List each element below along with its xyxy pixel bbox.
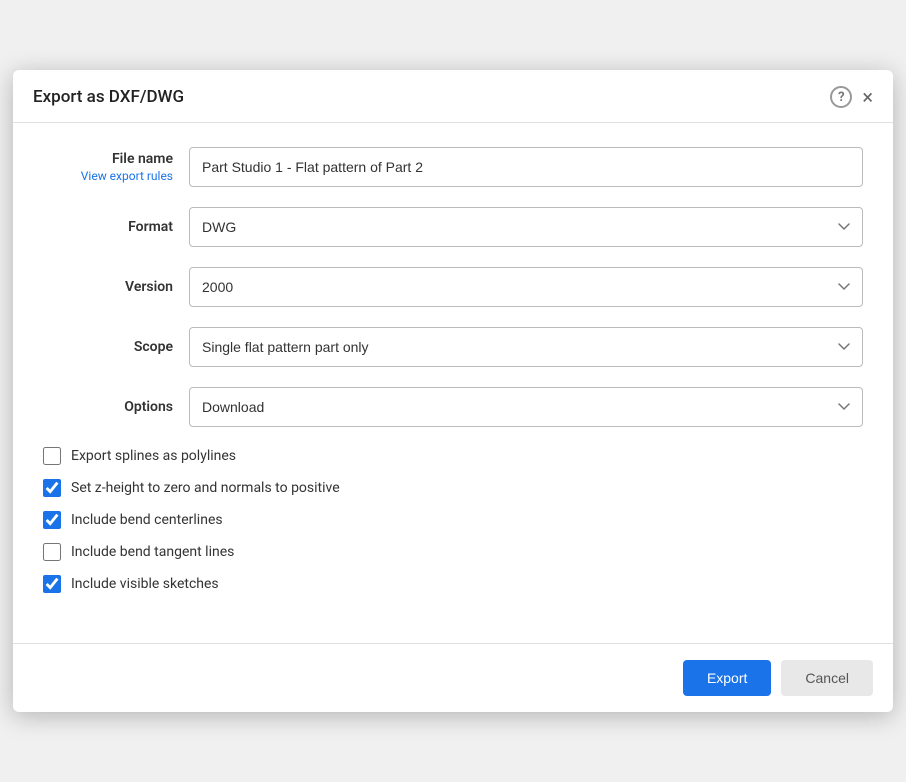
help-icon[interactable]: ?: [830, 86, 852, 108]
checkbox-row-z-height: Set z-height to zero and normals to posi…: [43, 479, 863, 497]
options-label: Options: [124, 399, 173, 415]
include-bend-centerlines-checkbox[interactable]: [43, 511, 61, 529]
version-label-group: Version: [43, 279, 173, 295]
file-name-input[interactable]: [189, 147, 863, 187]
view-export-rules-link[interactable]: View export rules: [81, 169, 173, 183]
checkboxes-section: Export splines as polylines Set z-height…: [43, 447, 863, 593]
dialog-footer: Export Cancel: [13, 643, 893, 712]
format-label: Format: [128, 219, 173, 235]
file-name-label: File name: [112, 151, 173, 167]
dialog-title: Export as DXF/DWG: [33, 87, 184, 107]
format-row: Format DXF DWG: [43, 207, 863, 247]
version-label: Version: [125, 279, 173, 295]
format-select[interactable]: DXF DWG: [189, 207, 863, 247]
format-label-group: Format: [43, 219, 173, 235]
version-select[interactable]: 2000 2004 2007 2010 2013 2018: [189, 267, 863, 307]
file-name-row: File name View export rules: [43, 147, 863, 187]
export-button[interactable]: Export: [683, 660, 771, 696]
set-z-height-checkbox[interactable]: [43, 479, 61, 497]
include-bend-tangent-checkbox[interactable]: [43, 543, 61, 561]
file-name-label-group: File name View export rules: [43, 151, 173, 183]
scope-row: Scope Single flat pattern part only All …: [43, 327, 863, 367]
header-icons: ? ×: [830, 86, 873, 108]
options-row: Options Download Save to Onshape: [43, 387, 863, 427]
scope-select[interactable]: Single flat pattern part only All flat p…: [189, 327, 863, 367]
checkbox-row-bend-tangent: Include bend tangent lines: [43, 543, 863, 561]
checkbox-row-visible-sketches: Include visible sketches: [43, 575, 863, 593]
checkbox-row-export-splines: Export splines as polylines: [43, 447, 863, 465]
dialog-overlay: Export as DXF/DWG ? × File name View exp…: [0, 0, 906, 782]
options-select[interactable]: Download Save to Onshape: [189, 387, 863, 427]
set-z-height-label[interactable]: Set z-height to zero and normals to posi…: [71, 480, 340, 496]
scope-label-group: Scope: [43, 339, 173, 355]
checkbox-row-bend-centerlines: Include bend centerlines: [43, 511, 863, 529]
version-row: Version 2000 2004 2007 2010 2013 2018: [43, 267, 863, 307]
scope-label: Scope: [134, 339, 173, 355]
include-bend-centerlines-label[interactable]: Include bend centerlines: [71, 512, 223, 528]
include-visible-sketches-label[interactable]: Include visible sketches: [71, 576, 219, 592]
export-splines-label[interactable]: Export splines as polylines: [71, 448, 236, 464]
include-bend-tangent-label[interactable]: Include bend tangent lines: [71, 544, 234, 560]
dialog-body: File name View export rules Format DXF D…: [13, 123, 893, 633]
dialog-header: Export as DXF/DWG ? ×: [13, 70, 893, 123]
export-dialog: Export as DXF/DWG ? × File name View exp…: [13, 70, 893, 712]
include-visible-sketches-checkbox[interactable]: [43, 575, 61, 593]
close-icon[interactable]: ×: [862, 87, 873, 107]
cancel-button[interactable]: Cancel: [781, 660, 873, 696]
options-label-group: Options: [43, 399, 173, 415]
export-splines-checkbox[interactable]: [43, 447, 61, 465]
